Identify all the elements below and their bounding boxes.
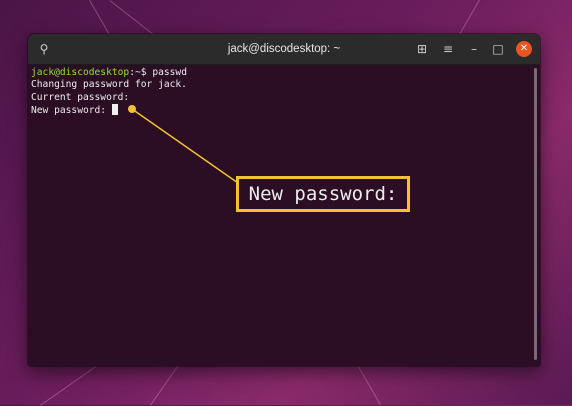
callout-dot bbox=[128, 105, 136, 113]
minimize-icon[interactable]: – bbox=[466, 41, 482, 57]
prompt-suffix: :~$ bbox=[129, 67, 153, 78]
new-tab-icon[interactable]: ⊞ bbox=[414, 41, 430, 57]
close-icon[interactable]: ✕ bbox=[516, 41, 532, 57]
text-cursor bbox=[111, 104, 118, 116]
prompt-user: jack@discodesktop bbox=[31, 67, 130, 78]
terminal-line-4: New password: bbox=[31, 104, 530, 117]
terminal-line-3: Current password: bbox=[31, 91, 130, 103]
scrollbar[interactable] bbox=[534, 68, 537, 360]
title-bar[interactable]: jack@discodesktop: ~ ⚲ ⊞ ≡ – □ ✕ bbox=[28, 34, 540, 65]
hamburger-menu-icon[interactable]: ≡ bbox=[440, 41, 456, 57]
command-text: passwd bbox=[152, 67, 187, 78]
new-password-prompt: New password: bbox=[31, 105, 112, 117]
terminal-line-1: jack@discodesktop:~$ passwd bbox=[31, 67, 530, 79]
search-icon[interactable]: ⚲ bbox=[36, 41, 52, 57]
background-line bbox=[109, 0, 154, 35]
window-title: jack@discodesktop: ~ bbox=[227, 43, 341, 55]
callout-label: New password: bbox=[236, 176, 410, 212]
maximize-icon[interactable]: □ bbox=[490, 41, 506, 57]
terminal-line-2: Changing password for jack. bbox=[31, 79, 187, 91]
terminal-output[interactable]: jack@discodesktop:~$ passwd Changing pass… bbox=[31, 67, 530, 366]
